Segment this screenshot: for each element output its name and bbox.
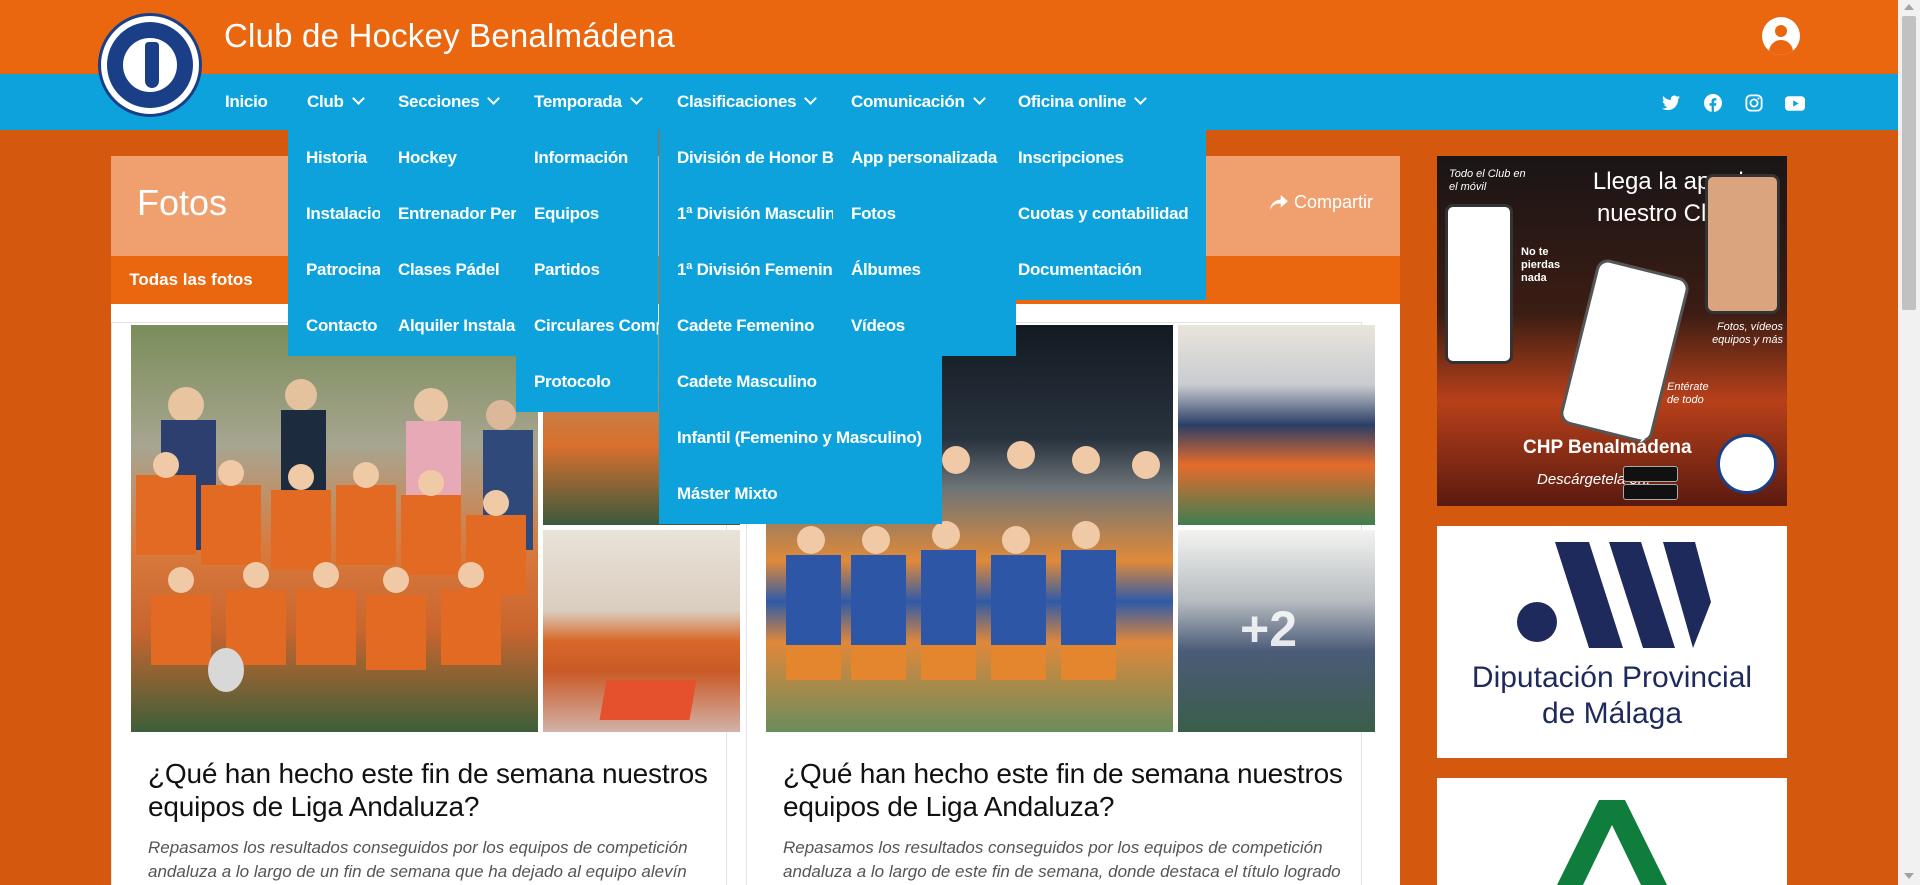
album-photo-3[interactable]: +2 [1178,530,1375,732]
menu-item-informacion[interactable]: Información [516,130,658,186]
chevron-down-icon [804,92,818,105]
app-store-badge[interactable] [1623,484,1678,500]
club-logo[interactable] [98,13,202,117]
menu-item-alquiler-instalaciones[interactable]: Alquiler Instalaciones [380,298,516,354]
club-logo-small [1717,434,1777,494]
menu-item-infantil[interactable]: Infantil (Femenino y Masculino) [659,410,942,466]
menu-item-cuotas-contabilidad[interactable]: Cuotas y contabilidad [1000,186,1206,242]
chevron-down-icon [487,92,501,105]
tab-all-photos[interactable]: Todas las fotos [111,256,271,304]
facebook-icon[interactable] [1703,93,1723,113]
menu-item-albumes[interactable]: Álbumes [833,242,1016,298]
user-account-icon[interactable] [1762,17,1800,55]
scroll-up-arrow-icon[interactable] [1904,4,1914,10]
google-play-badge[interactable] [1623,466,1678,482]
page-title: Fotos [137,182,228,223]
more-photos-count: +2 [1240,601,1298,657]
menu-item-entrenador-personal[interactable]: Entrenador Personal [380,186,516,242]
dropdown-oficina-online: Inscripciones Cuotas y contabilidad Docu… [1000,130,1206,300]
menu-item-partidos[interactable]: Partidos [516,242,658,298]
chevron-down-icon [1134,92,1148,105]
menu-item-videos[interactable]: Vídeos [833,298,1016,354]
diputacion-name-line-1: Diputación Provincial [1471,661,1753,694]
junta-andalucia-banner[interactable] [1437,778,1787,885]
share-button[interactable]: Compartir [1270,192,1373,213]
app-promo-club: CHP Benalmádena [1523,437,1692,458]
menu-item-protocolo[interactable]: Protocolo [516,354,658,410]
app-promo-note: No te pierdas nada [1521,246,1561,284]
site-title[interactable]: Club de Hockey Benalmádena [224,17,675,55]
app-promo-banner[interactable]: Todo el Club en el móvil Llega la app de… [1437,156,1787,506]
instagram-icon[interactable] [1744,93,1764,113]
album-description: Repasamos los resultados conseguidos por… [148,838,688,881]
chevron-down-icon [629,92,643,105]
menu-item-fotos[interactable]: Fotos [833,186,1016,242]
dropdown-comunicacion: App personalizada Fotos Álbumes Vídeos [833,130,1016,356]
nav-club[interactable]: Club [307,74,365,130]
nav-oficina-online[interactable]: Oficina online [1018,74,1148,130]
scrollbar-thumb[interactable] [1902,16,1916,310]
album-photo-main[interactable] [131,325,538,732]
nav-inicio[interactable]: Inicio [225,74,268,130]
menu-item-cadete-masculino[interactable]: Cadete Masculino [659,354,942,410]
album-title[interactable]: ¿Qué han hecho este fin de semana nuestr… [148,757,728,823]
dropdown-secciones: Hockey Entrenador Personal Clases Pádel … [380,130,516,356]
nav-clasificaciones[interactable]: Clasificaciones [677,74,818,130]
share-label: Compartir [1294,192,1374,212]
scroll-down-arrow-icon[interactable] [1904,873,1914,879]
menu-item-documentacion[interactable]: Documentación [1000,242,1206,298]
diputacion-name-line-2: de Málaga [1541,697,1683,730]
menu-item-inscripciones[interactable]: Inscripciones [1000,130,1206,186]
dropdown-temporada: Información Equipos Partidos Circulares … [516,130,658,412]
app-promo-corner: Todo el Club en el móvil [1449,168,1526,193]
app-promo-cta: Entérate de todo [1667,381,1709,406]
junta-andalucia-logo [1557,800,1667,885]
nav-secciones[interactable]: Secciones [398,74,501,130]
app-promo-side: Fotos, vídeos equipos y más [1712,321,1783,346]
diputacion-banner[interactable]: Diputación Provincial de Málaga [1437,526,1787,758]
diputacion-logo-mark [1517,542,1711,648]
menu-item-master-mixto[interactable]: Máster Mixto [659,466,942,522]
twitter-icon[interactable] [1661,93,1681,113]
chevron-down-icon [972,92,986,105]
nav-temporada[interactable]: Temporada [534,74,643,130]
album-photo-2[interactable] [1178,325,1375,525]
menu-item-equipos[interactable]: Equipos [516,186,658,242]
menu-item-circulares-competicion[interactable]: Circulares Competición [516,298,658,354]
menu-item-app-personalizada[interactable]: App personalizada [833,130,1016,186]
album-title[interactable]: ¿Qué han hecho este fin de semana nuestr… [783,757,1363,823]
share-icon [1270,194,1288,210]
album-description: Repasamos los resultados conseguidos por… [783,838,1341,881]
chevron-down-icon [351,92,365,105]
menu-item-clases-padel[interactable]: Clases Pádel [380,242,516,298]
nav-comunicacion[interactable]: Comunicación [851,74,986,130]
youtube-icon[interactable] [1785,93,1805,113]
album-photo-3[interactable] [543,530,740,732]
menu-item-hockey[interactable]: Hockey [380,130,516,186]
